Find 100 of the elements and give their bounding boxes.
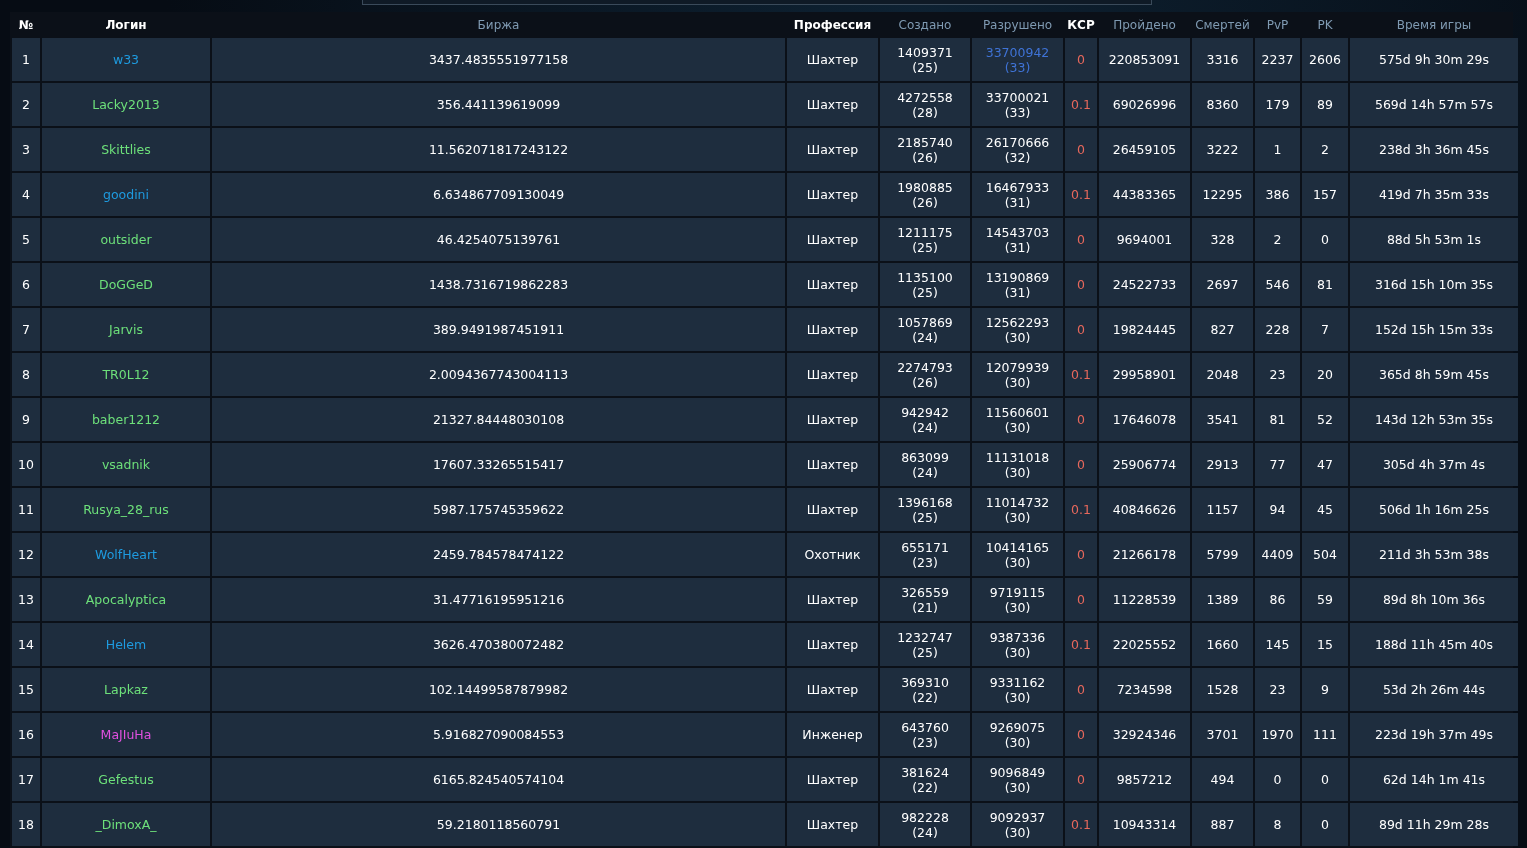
- table-cell: 328: [1192, 218, 1253, 261]
- table-cell: 0: [1255, 758, 1300, 801]
- table-cell: 77: [1255, 443, 1300, 486]
- table-cell: 1980885 (26): [880, 173, 970, 216]
- table-cell: 4409: [1255, 533, 1300, 576]
- table-cell: 5: [12, 218, 40, 261]
- column-header[interactable]: Пройдено: [1099, 14, 1190, 36]
- table-cell: 3316: [1192, 38, 1253, 81]
- login-link[interactable]: MaJIuHa: [100, 727, 152, 742]
- table-cell: 569d 14h 57m 57s: [1350, 83, 1518, 126]
- table-cell: 7: [1302, 308, 1348, 351]
- table-cell: 0: [1302, 218, 1348, 261]
- column-header: Профессия: [792, 17, 873, 34]
- table-cell: 26459105: [1099, 128, 1190, 171]
- table-cell: 326559 (21): [880, 578, 970, 621]
- table-cell: 102.14499587879982: [212, 668, 785, 711]
- column-header[interactable]: Смертей: [1192, 14, 1253, 36]
- table-cell: 9719115 (30): [972, 578, 1063, 621]
- table-cell: 53d 2h 26m 44s: [1350, 668, 1518, 711]
- login-link[interactable]: w33: [112, 52, 140, 67]
- table-cell: 17: [12, 758, 40, 801]
- table-cell: 145: [1255, 623, 1300, 666]
- login-link[interactable]: Rusya_28_rus: [83, 502, 169, 517]
- table-cell: 59: [1302, 578, 1348, 621]
- login-link[interactable]: _DimoxA_: [95, 817, 157, 832]
- table-cell: 89d 11h 29m 28s: [1350, 803, 1518, 846]
- table-cell: 111: [1302, 713, 1348, 756]
- table-cell: 9: [12, 398, 40, 441]
- table-cell: 1057869 (24): [880, 308, 970, 351]
- table-cell: 1211175 (25): [880, 218, 970, 261]
- table-cell: 0.1: [1065, 353, 1097, 396]
- login-link[interactable]: Gefestus: [98, 772, 154, 787]
- table-cell: 22025552: [1099, 623, 1190, 666]
- login-link[interactable]: WolfHeart: [95, 547, 157, 562]
- table-cell: 12562293 (30): [972, 308, 1063, 351]
- table-cell: Шахтер: [787, 128, 878, 171]
- login-link[interactable]: outsider: [100, 232, 152, 247]
- table-cell: 29958901: [1099, 353, 1190, 396]
- table-cell: 14543703 (31): [972, 218, 1063, 261]
- table-cell: 9092937 (30): [972, 803, 1063, 846]
- table-cell: 9694001: [1099, 218, 1190, 261]
- login-link[interactable]: Apocalyptica: [85, 592, 167, 607]
- table-cell: 6.634867709130049: [212, 173, 785, 216]
- table-cell: Шахтер: [787, 83, 878, 126]
- login-link[interactable]: vsadnik: [101, 457, 151, 472]
- column-header[interactable]: Создано: [880, 14, 970, 36]
- table-cell: 47: [1302, 443, 1348, 486]
- table-cell: 887: [1192, 803, 1253, 846]
- column-header[interactable]: Биржа: [212, 14, 785, 36]
- table-cell: 86: [1255, 578, 1300, 621]
- table-cell: 44383365: [1099, 173, 1190, 216]
- table-cell: 863099 (24): [880, 443, 970, 486]
- login-link[interactable]: Jarvis: [109, 322, 143, 337]
- table-cell: 1970: [1255, 713, 1300, 756]
- column-header[interactable]: Время игры: [1350, 14, 1518, 36]
- table-cell: 982228 (24): [880, 803, 970, 846]
- table-cell: 21327.84448030108: [212, 398, 785, 441]
- table-cell: 13: [12, 578, 40, 621]
- column-header[interactable]: PK: [1302, 14, 1348, 36]
- login-link[interactable]: goodini: [102, 187, 149, 202]
- table-cell: 0: [1065, 38, 1097, 81]
- table-cell: 316d 15h 10m 35s: [1350, 263, 1518, 306]
- table-cell: 381624 (22): [880, 758, 970, 801]
- login-link[interactable]: TR0L12: [102, 367, 150, 382]
- table-cell: 17607.33265515417: [212, 443, 785, 486]
- table-cell: Шахтер: [787, 443, 878, 486]
- table-cell: 1409371 (25): [880, 38, 970, 81]
- table-cell: 3541: [1192, 398, 1253, 441]
- table-cell: 40846626: [1099, 488, 1190, 531]
- table-cell: 211d 3h 53m 38s: [1350, 533, 1518, 576]
- table-cell: 16: [12, 713, 40, 756]
- table-cell: 15: [12, 668, 40, 711]
- login-link[interactable]: baber1212: [91, 412, 161, 427]
- login-link[interactable]: Lapkaz: [104, 682, 148, 697]
- table-cell: 7: [12, 308, 40, 351]
- table-cell: 33700021 (33): [972, 83, 1063, 126]
- table-cell: 0: [1065, 533, 1097, 576]
- table-cell: 59.2180118560791: [212, 803, 785, 846]
- table-cell: Охотник: [787, 533, 878, 576]
- table-cell: 8360: [1192, 83, 1253, 126]
- column-header[interactable]: Разрушено: [972, 14, 1063, 36]
- table-cell: 17646078: [1099, 398, 1190, 441]
- login-link[interactable]: Helem: [105, 637, 147, 652]
- table-cell: 31.47716195951216: [212, 578, 785, 621]
- table-cell: 143d 12h 53m 35s: [1350, 398, 1518, 441]
- table-cell: Шахтер: [787, 218, 878, 261]
- table-cell: 18: [12, 803, 40, 846]
- login-link[interactable]: Skittlies: [101, 142, 151, 157]
- table-cell: 89d 8h 10m 36s: [1350, 578, 1518, 621]
- column-header[interactable]: PvP: [1255, 14, 1300, 36]
- table-cell: 11228539: [1099, 578, 1190, 621]
- table-cell: 0.1: [1065, 83, 1097, 126]
- table-cell: 24522733: [1099, 263, 1190, 306]
- table-cell: 1157: [1192, 488, 1253, 531]
- table-cell: Шахтер: [787, 668, 878, 711]
- table-cell: 3: [12, 128, 40, 171]
- login-link[interactable]: DoGGeD: [99, 277, 153, 292]
- table-cell: 942942 (24): [880, 398, 970, 441]
- table-cell: 11.562071817243122: [212, 128, 785, 171]
- login-link[interactable]: Lacky2013: [92, 97, 160, 112]
